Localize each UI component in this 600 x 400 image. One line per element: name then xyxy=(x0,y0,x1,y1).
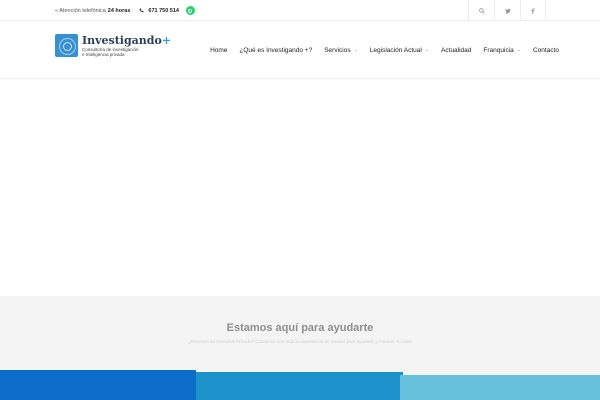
logo-title: Investigando+ xyxy=(82,33,172,47)
nav-label: Contacto xyxy=(532,46,559,54)
facebook-icon[interactable] xyxy=(520,0,546,21)
chevron-down-icon: ⌄ xyxy=(424,47,430,53)
nav-item-legislacion[interactable]: Legislación Actual ⌄ xyxy=(370,47,429,54)
chevron-down-icon: ⌄ xyxy=(516,47,521,53)
nav-item-about[interactable]: ¿Qué es Investigando +? xyxy=(239,47,312,54)
hero-area xyxy=(0,80,600,296)
nav-label: Home xyxy=(210,46,228,54)
help-title: Estamos aquí para ayudarte xyxy=(226,322,374,334)
contact-info: « Atención telefónica 24 horas 671 750 5… xyxy=(55,0,195,21)
nav-item-actualidad[interactable]: Actualidad xyxy=(441,47,471,54)
service-block-2[interactable] xyxy=(196,372,403,400)
top-bar: « Atención telefónica 24 horas 671 750 5… xyxy=(0,0,600,21)
help-section: Estamos aquí para ayudarte ¿Necesita un … xyxy=(0,296,600,370)
phone-number[interactable]: 671 750 514 xyxy=(139,8,179,14)
social-icons xyxy=(468,0,546,21)
service-block-1[interactable] xyxy=(0,370,196,400)
whatsapp-icon[interactable] xyxy=(185,6,195,15)
logo-subtitle-2: e Inteligencia privada xyxy=(82,51,125,57)
chevron-down-icon: ⌄ xyxy=(353,47,358,53)
main-header: Investigando+ Consultoría de investigaci… xyxy=(0,21,600,79)
nav-item-home[interactable]: Home xyxy=(210,47,227,54)
phone-icon xyxy=(140,8,144,13)
nav-label: Servicios xyxy=(324,46,351,54)
logo-plus: + xyxy=(161,33,172,47)
logo-text: Investigando+ Consultoría de investigaci… xyxy=(82,33,172,57)
nav-label: Legislación Actual xyxy=(369,46,422,54)
nav-item-franquicia[interactable]: Franquicia ⌄ xyxy=(483,47,521,54)
site-logo[interactable]: Investigando+ Consultoría de investigaci… xyxy=(55,34,171,57)
nav-label: ¿Qué es Investigando +? xyxy=(239,46,313,54)
fingerprint-logo-icon xyxy=(55,34,78,57)
help-subtitle: ¿Necesita un Detective Privado? Contamos… xyxy=(188,339,412,344)
twitter-icon[interactable] xyxy=(494,0,520,21)
main-nav: Home ¿Qué es Investigando +? Servicios ⌄… xyxy=(198,21,559,79)
hours-text: 24 horas xyxy=(107,7,131,14)
phone-label: 671 750 514 xyxy=(148,7,179,14)
service-blocks xyxy=(0,370,600,400)
search-icon[interactable] xyxy=(468,0,494,21)
nav-item-servicios[interactable]: Servicios ⌄ xyxy=(324,47,358,54)
attention-text: « Atención telefónica xyxy=(55,7,106,14)
nav-item-contacto[interactable]: Contacto xyxy=(533,47,559,54)
nav-label: Actualidad xyxy=(441,46,472,54)
logo-title-text: Investigando xyxy=(82,33,162,47)
nav-label: Franquicia xyxy=(483,46,514,54)
service-block-3[interactable] xyxy=(400,375,600,400)
